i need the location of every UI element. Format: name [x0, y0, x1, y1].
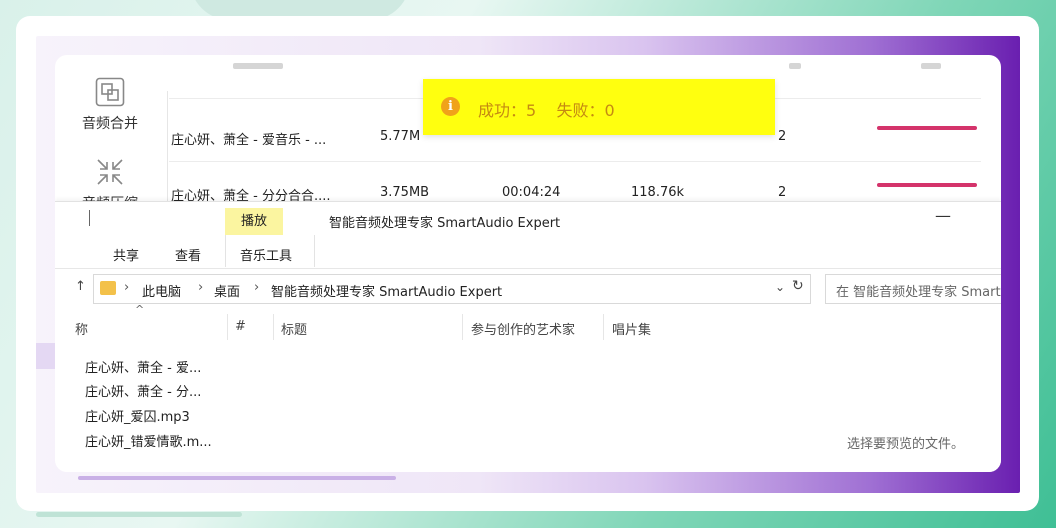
- file-explorer-window: 播放 智能音频处理专家 SmartAudio Expert — 共享 查看 音乐…: [55, 201, 1001, 472]
- file-item[interactable]: 庄心妍、萧全 - 爱...: [85, 357, 201, 376]
- table-header-fragment: [921, 63, 941, 69]
- column-number[interactable]: #: [235, 319, 246, 334]
- compress-icon: [97, 159, 123, 185]
- column-artist[interactable]: 参与创作的艺术家: [471, 319, 575, 338]
- table-header-fragment: [233, 63, 283, 69]
- folder-icon: [100, 281, 116, 295]
- toast-message: 成功：5 失败：0: [478, 101, 615, 120]
- chevron-right-icon: ›: [254, 280, 260, 295]
- column-divider: [273, 314, 274, 340]
- chevron-right-icon: ›: [124, 280, 130, 295]
- chevron-down-icon[interactable]: ⌄: [775, 280, 785, 294]
- column-divider: [462, 314, 463, 340]
- refresh-icon[interactable]: ↻: [792, 278, 804, 294]
- info-icon: i: [441, 97, 460, 116]
- merge-icon: [95, 77, 125, 107]
- file-size: 3.75MB: [380, 185, 430, 200]
- column-divider: [227, 314, 228, 340]
- breadcrumb-this-pc[interactable]: 此电脑: [142, 281, 181, 300]
- column-album[interactable]: 唱片集: [612, 319, 651, 338]
- frame-strip: [36, 343, 56, 369]
- file-name: 庄心妍、萧全 - 爱音乐 - ...: [171, 133, 327, 148]
- app-window: 音频合并 音频压缩 庄心妍、萧全 - 爱音乐 - ... 5.77M 2 庄心妍…: [55, 55, 1001, 472]
- result-toast: i 成功：5 失败：0: [423, 79, 775, 135]
- sidebar-item-merge[interactable]: 音频合并: [55, 77, 165, 133]
- sidebar-divider: [167, 91, 168, 201]
- channel-count: 2: [778, 129, 787, 144]
- window-title: 智能音频处理专家 SmartAudio Expert: [329, 216, 561, 231]
- preview-hint: 选择要预览的文件。: [847, 437, 965, 452]
- breadcrumb-desktop[interactable]: 桌面: [214, 281, 240, 300]
- tab-share[interactable]: 共享: [113, 245, 139, 264]
- column-name[interactable]: 称: [75, 319, 88, 338]
- up-arrow-icon[interactable]: ↑: [75, 279, 86, 294]
- column-divider: [603, 314, 604, 340]
- address-bar[interactable]: › 此电脑 › 桌面 › 智能音频处理专家 SmartAudio Expert: [93, 274, 811, 304]
- ribbon-divider: [55, 268, 1001, 269]
- volume-bar[interactable]: [877, 126, 977, 130]
- background-line: [36, 512, 242, 517]
- channel-count: 2: [778, 185, 787, 200]
- frame-underline: [78, 476, 396, 480]
- volume-bar[interactable]: [877, 183, 977, 187]
- sidebar-item-label: 音频合并: [82, 116, 138, 132]
- row-divider: [169, 161, 981, 162]
- file-item[interactable]: 庄心妍_错爱情歌.m...: [85, 431, 212, 450]
- sort-caret-icon: ^: [135, 303, 145, 316]
- tab-play[interactable]: 播放: [225, 208, 283, 235]
- minimize-button[interactable]: —: [935, 206, 951, 225]
- file-item[interactable]: 庄心妍、萧全 - 分...: [85, 381, 201, 400]
- tab-view[interactable]: 查看: [175, 245, 201, 264]
- tab-music-tools[interactable]: 音乐工具: [240, 245, 292, 264]
- file-item[interactable]: 庄心妍_爱囚.mp3: [85, 406, 190, 425]
- column-title[interactable]: 标题: [281, 319, 307, 338]
- file-size: 5.77M: [380, 129, 421, 144]
- text-cursor: [89, 210, 90, 226]
- search-placeholder: 在 智能音频处理专家 SmartAudio Expert 中搜索: [836, 285, 1001, 300]
- table-header-fragment: [789, 63, 801, 69]
- search-input[interactable]: 在 智能音频处理专家 SmartAudio Expert 中搜索: [825, 274, 1001, 304]
- bitrate: 118.76k: [631, 185, 685, 200]
- breadcrumb-folder[interactable]: 智能音频处理专家 SmartAudio Expert: [271, 281, 502, 300]
- chevron-right-icon: ›: [198, 280, 204, 295]
- duration: 00:04:24: [502, 185, 561, 200]
